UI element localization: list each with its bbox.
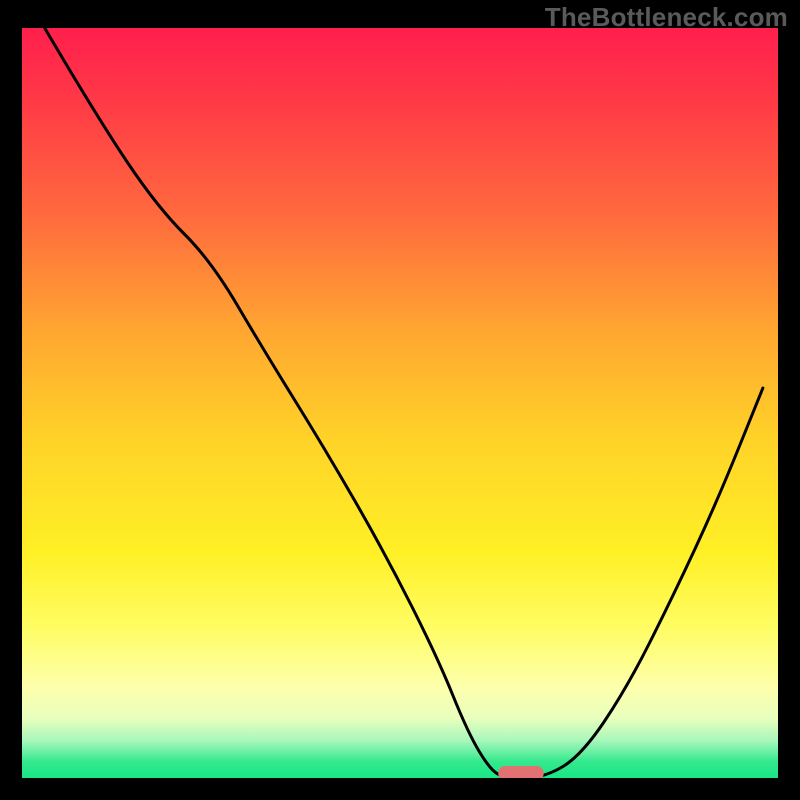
chart-background-gradient [22, 28, 778, 778]
chart-container: TheBottleneck.com [0, 0, 800, 800]
watermark-text: TheBottleneck.com [545, 2, 788, 33]
